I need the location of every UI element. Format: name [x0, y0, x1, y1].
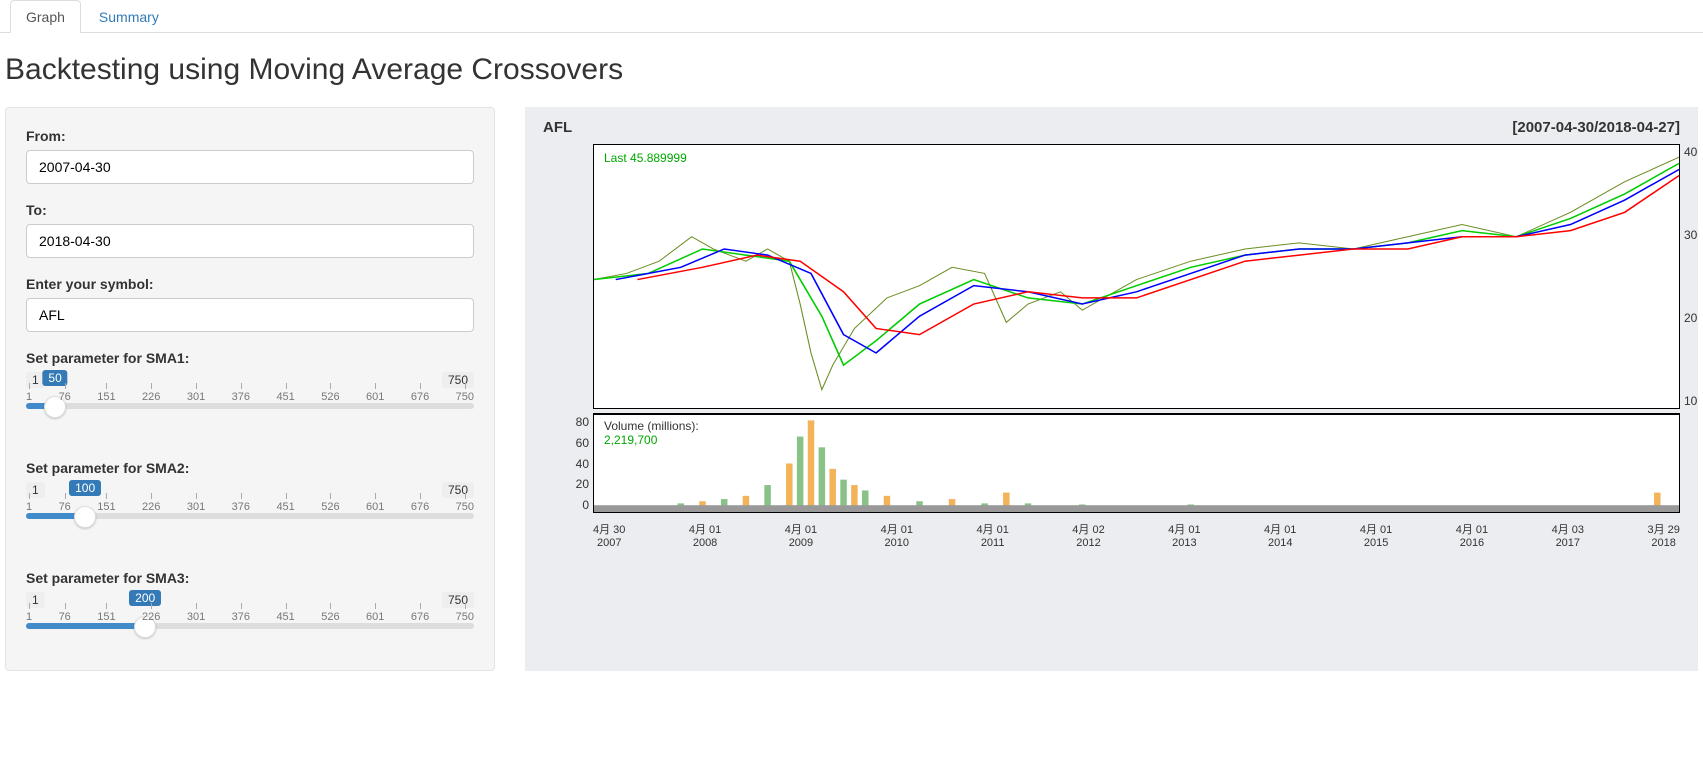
- vol-y-tick: 40: [549, 457, 589, 471]
- slider-tick: 226: [142, 611, 160, 623]
- vol-y-tick: 80: [549, 415, 589, 429]
- slider-tick: 76: [59, 501, 71, 513]
- sma2-value: 100: [69, 480, 101, 496]
- x-tick: 4月 012011: [976, 521, 1008, 549]
- from-input[interactable]: [26, 150, 474, 184]
- x-tick: 4月 012009: [785, 521, 817, 549]
- slider-tick: 151: [97, 391, 115, 403]
- slider-tick: 1: [26, 501, 32, 513]
- slider-tick: 601: [366, 391, 384, 403]
- chart-symbol: AFL: [543, 119, 572, 136]
- y-tick: 20: [1684, 311, 1703, 325]
- chart-range: [2007-04-30/2018-04-27]: [1512, 119, 1680, 136]
- slider-tick: 750: [456, 611, 474, 623]
- x-tick: 4月 012014: [1264, 521, 1296, 549]
- x-tick: 4月 012013: [1168, 521, 1200, 549]
- y-tick: 40: [1684, 145, 1703, 159]
- sma3-slider[interactable]: 1 750 200 176151226301376451526601676750: [26, 592, 474, 640]
- slider-max: 750: [442, 482, 474, 498]
- slider-tick: 151: [97, 501, 115, 513]
- slider-tick: 376: [232, 391, 250, 403]
- slider-tick: 526: [321, 611, 339, 623]
- slider-tick: 376: [232, 611, 250, 623]
- x-tick: 4月 012015: [1360, 521, 1392, 549]
- tab-graph[interactable]: Graph: [10, 0, 81, 33]
- slider-tick: 526: [321, 501, 339, 513]
- sma1-label: Set parameter for SMA1:: [26, 350, 474, 366]
- price-chart: Last 45.889999 40302010: [593, 144, 1680, 409]
- symbol-label: Enter your symbol:: [26, 276, 474, 292]
- vol-y-tick: 20: [549, 477, 589, 491]
- vol-y-tick: 0: [549, 498, 589, 512]
- slider-tick: 226: [142, 391, 160, 403]
- slider-tick: 750: [456, 501, 474, 513]
- slider-tick: 451: [276, 391, 294, 403]
- slider-tick: 676: [411, 391, 429, 403]
- x-tick: 4月 022012: [1072, 521, 1104, 549]
- sma2-label: Set parameter for SMA2:: [26, 460, 474, 476]
- x-tick: 4月 032017: [1552, 521, 1584, 549]
- slider-tick: 1: [26, 611, 32, 623]
- volume-chart: Volume (millions): 2,219,700 806040200: [593, 413, 1680, 513]
- y-tick: 10: [1684, 394, 1703, 408]
- slider-max: 750: [442, 372, 474, 388]
- slider-tick: 301: [187, 501, 205, 513]
- slider-tick: 301: [187, 391, 205, 403]
- slider-tick: 451: [276, 501, 294, 513]
- to-label: To:: [26, 202, 474, 218]
- sma2-slider[interactable]: 1 750 100 176151226301376451526601676750: [26, 482, 474, 530]
- from-label: From:: [26, 128, 474, 144]
- x-tick: 4月 012010: [881, 521, 913, 549]
- chart-panel: AFL [2007-04-30/2018-04-27] Last 45.8899…: [525, 107, 1698, 671]
- sma3-label: Set parameter for SMA3:: [26, 570, 474, 586]
- symbol-input[interactable]: [26, 298, 474, 332]
- vol-y-tick: 60: [549, 436, 589, 450]
- tab-summary[interactable]: Summary: [83, 0, 175, 33]
- slider-tick: 750: [456, 391, 474, 403]
- slider-max: 750: [442, 592, 474, 608]
- x-tick: 4月 012016: [1456, 521, 1488, 549]
- slider-tick: 526: [321, 391, 339, 403]
- slider-tick: 151: [97, 611, 115, 623]
- slider-tick: 676: [411, 501, 429, 513]
- to-input[interactable]: [26, 224, 474, 258]
- slider-tick: 451: [276, 611, 294, 623]
- slider-tick: 376: [232, 501, 250, 513]
- slider-tick: 676: [411, 611, 429, 623]
- slider-tick: 226: [142, 501, 160, 513]
- slider-tick: 76: [59, 391, 71, 403]
- x-tick: 4月 302007: [593, 521, 625, 549]
- slider-tick: 601: [366, 501, 384, 513]
- slider-tick: 76: [59, 611, 71, 623]
- x-tick: 3月 292018: [1647, 521, 1679, 549]
- sma1-slider[interactable]: 1 750 50 176151226301376451526601676750: [26, 372, 474, 420]
- x-tick: 4月 012008: [689, 521, 721, 549]
- slider-tick: 601: [366, 611, 384, 623]
- slider-tick: 1: [26, 391, 32, 403]
- page-title: Backtesting using Moving Average Crossov…: [5, 53, 1703, 87]
- controls-panel: From: To: Enter your symbol: Set paramet…: [5, 107, 495, 671]
- y-tick: 30: [1684, 228, 1703, 242]
- slider-tick: 301: [187, 611, 205, 623]
- sma3-value: 200: [129, 590, 161, 606]
- tab-bar: Graph Summary: [0, 0, 1703, 33]
